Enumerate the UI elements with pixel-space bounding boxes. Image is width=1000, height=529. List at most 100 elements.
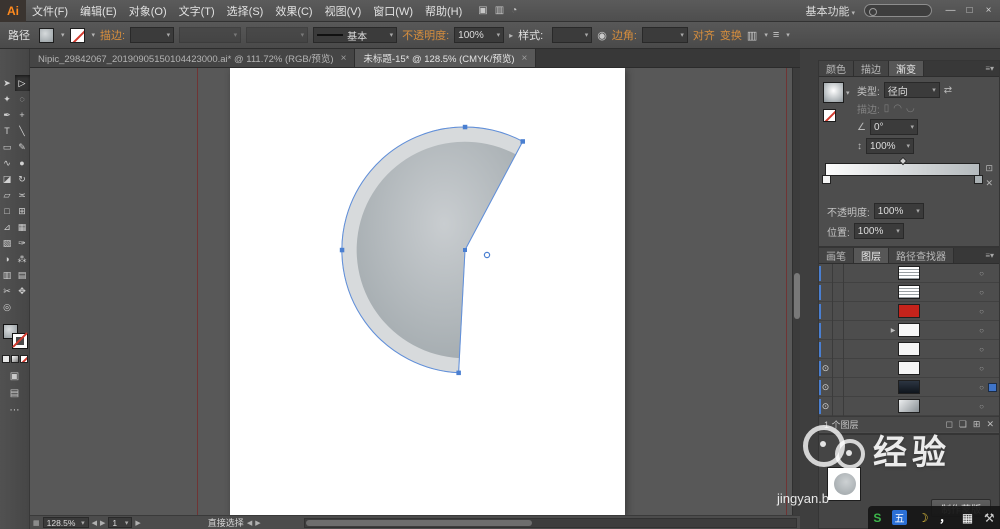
target-circle[interactable]: ○ (979, 269, 988, 278)
arrange-documents-icon[interactable]: ▥ (495, 5, 504, 16)
paintbrush-tool[interactable]: ✎ (15, 139, 30, 155)
direct-selection-tool[interactable]: ▷ (14, 75, 30, 91)
artboard-nav-icon[interactable]: ▦ (33, 519, 40, 527)
stroke-indicator[interactable] (11, 333, 28, 349)
close-button[interactable]: × (979, 5, 998, 16)
align-link[interactable]: 对齐 (693, 27, 715, 43)
visibility-toggle[interactable] (819, 301, 833, 321)
gradient-tool[interactable]: ▧ (0, 235, 15, 251)
punctuation-icon[interactable]: ， (939, 509, 951, 526)
panel-options-icon[interactable]: ≡ (773, 29, 779, 41)
column-graph-tool[interactable]: ▥ (0, 267, 15, 283)
horizontal-scroll-thumb[interactable] (305, 519, 532, 526)
style-dropdown[interactable]: ▾ (552, 27, 593, 43)
visibility-toggle[interactable] (819, 282, 833, 302)
visibility-toggle[interactable] (819, 339, 833, 359)
line-segment-tool[interactable]: ╲ (15, 123, 30, 139)
sogou-icon[interactable]: S (873, 511, 881, 525)
new-layer-icon[interactable]: ⊞ (973, 419, 981, 430)
symbol-sprayer-tool[interactable]: ⁂ (15, 251, 30, 267)
blob-brush-tool[interactable]: ● (15, 155, 30, 171)
target-circle[interactable]: ○ (979, 288, 988, 297)
target-circle[interactable]: ○ (979, 326, 988, 335)
change-screen-mode-button[interactable]: ▤ (10, 388, 19, 399)
wubi-icon[interactable]: 五 (892, 510, 908, 525)
layer-row[interactable]: ▶ ○ (819, 320, 999, 340)
color-button[interactable] (1, 355, 10, 363)
mesh-tool[interactable]: ▦ (15, 219, 30, 235)
stroke-along-icon[interactable]: ◠ (893, 103, 902, 114)
pen-tool[interactable]: ✒ (0, 107, 15, 123)
tab-stroke[interactable]: 描边 (854, 61, 889, 76)
none-button[interactable] (19, 355, 28, 363)
gradient-angle-field[interactable]: 0° ▾ (869, 119, 918, 135)
rotate-tool[interactable]: ↻ (15, 171, 30, 187)
lock-toggle[interactable] (833, 396, 844, 416)
gradient-button[interactable] (10, 355, 19, 363)
hand-tool[interactable]: ✥ (15, 283, 30, 299)
fill-stroke-indicator[interactable] (2, 324, 28, 349)
horizontal-scrollbar[interactable] (303, 517, 797, 528)
tab-gradient[interactable]: 渐变 (889, 61, 924, 76)
menu-item[interactable]: 文字(T) (173, 3, 221, 19)
stroke-color-swatch[interactable] (69, 27, 85, 43)
type-tool[interactable]: T (0, 123, 15, 139)
canvas[interactable] (30, 68, 792, 515)
visibility-toggle[interactable]: ⊙ (819, 396, 833, 416)
transparency-thumbnail[interactable] (827, 467, 861, 501)
target-circle[interactable]: ○ (979, 383, 988, 392)
document-tab[interactable]: Nipic_29842067_20190905150104423000.ai* … (30, 49, 356, 67)
menu-item[interactable]: 对象(O) (123, 3, 173, 19)
gradient-position-field[interactable]: 100% ▾ (853, 223, 904, 239)
fill-color-swatch[interactable] (39, 27, 54, 43)
soft-keyboard-icon[interactable]: ▦ (962, 511, 973, 525)
vertical-scrollbar[interactable] (792, 68, 800, 515)
scroll-left-icon[interactable]: ◀ (247, 519, 252, 527)
delete-layer-icon[interactable]: ✕ (986, 419, 994, 430)
ellipsis-icon[interactable]: ⋯ (10, 405, 20, 416)
reverse-gradient-icon[interactable]: ⇄ (944, 85, 952, 96)
artboard[interactable] (230, 68, 625, 515)
opacity-flyout-icon[interactable]: ▸ (509, 31, 513, 40)
color-stop-icon[interactable]: ⊡ (985, 163, 993, 174)
tab-color[interactable]: 颜色 (819, 61, 854, 76)
ime-toolbar[interactable]: S 五 ☽ ， ▦ ⚒ (868, 506, 1000, 529)
visibility-toggle[interactable]: ⊙ (819, 377, 833, 397)
gradient-stop-left[interactable] (822, 175, 831, 184)
eyedropper-tool[interactable]: ✑ (15, 235, 30, 251)
restore-button[interactable]: □ (960, 5, 979, 16)
stroke-across-icon[interactable]: ◡ (906, 103, 915, 114)
menu-item[interactable]: 帮助(H) (419, 3, 468, 19)
scroll-right-icon[interactable]: ▶ (255, 519, 260, 527)
moon-icon[interactable]: ☽ (918, 511, 929, 525)
opacity-link[interactable]: 不透明度: (402, 27, 449, 43)
corner-dropdown[interactable]: ▾ (641, 27, 688, 43)
draw-mode-button[interactable]: ▣ (10, 371, 19, 382)
lock-toggle[interactable] (833, 339, 844, 359)
zoom-tool[interactable]: ◎ (0, 299, 15, 315)
stroke-within-icon[interactable]: ▯ (884, 103, 890, 114)
layer-row[interactable]: ○ (819, 301, 999, 321)
panel-menu-icon[interactable]: ≡▾ (980, 61, 999, 76)
search-input[interactable] (864, 4, 932, 17)
target-circle[interactable]: ○ (979, 402, 988, 411)
gradient-fill-swatch[interactable] (823, 82, 844, 103)
pencil-tool[interactable]: ∿ (0, 155, 15, 171)
stroke-link[interactable]: 描边: (100, 27, 125, 43)
visibility-toggle[interactable] (819, 263, 833, 283)
menu-item[interactable]: 文件(F) (26, 3, 74, 19)
gradient-opacity-field[interactable]: 100% ▾ (873, 203, 924, 219)
rectangle-tool[interactable]: ▭ (0, 139, 15, 155)
panel-menu-icon[interactable]: ≡▾ (980, 248, 999, 263)
workspace-switcher[interactable]: 基本功能 ▾ (805, 3, 855, 19)
toolbox-icon[interactable]: ⚒ (984, 511, 995, 525)
next-artboard-icon[interactable]: ▶ (100, 519, 105, 527)
layer-row[interactable]: ○ (819, 263, 999, 283)
lock-toggle[interactable] (833, 377, 844, 397)
blend-tool[interactable]: ◑ (0, 251, 15, 267)
selection-tool[interactable]: ➤ (0, 75, 15, 91)
menu-item[interactable]: 窗口(W) (367, 3, 419, 19)
make-clip-mask-icon[interactable]: ◻ (945, 419, 952, 430)
artboard-tool[interactable]: ▤ (15, 267, 30, 283)
tab-layers[interactable]: 图层 (854, 248, 889, 263)
